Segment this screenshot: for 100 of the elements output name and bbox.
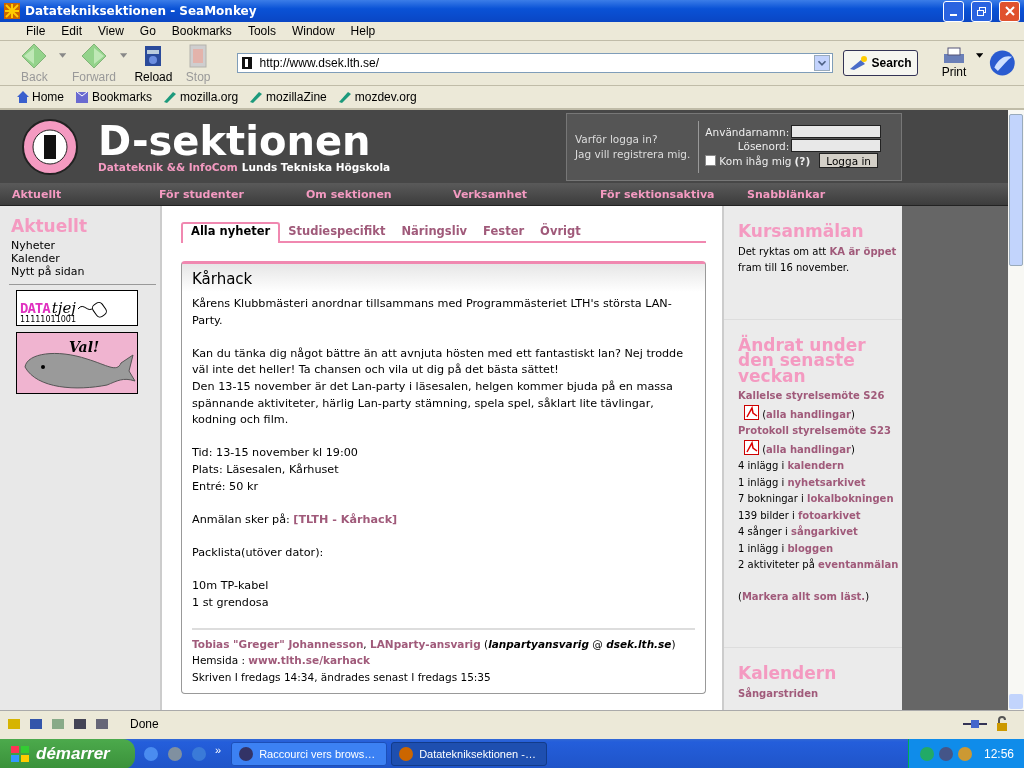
status-icon[interactable] — [94, 716, 110, 732]
section-text: 1 inlägg i bloggen — [738, 541, 835, 556]
forward-icon — [79, 42, 108, 70]
bookmark-link[interactable]: Bookmarks — [72, 90, 155, 104]
menu-item[interactable]: Go — [131, 24, 164, 38]
close-button[interactable] — [999, 0, 1020, 22]
status-icon[interactable] — [72, 716, 88, 732]
dropdown-icon[interactable] — [976, 53, 984, 59]
search-icon — [848, 55, 869, 71]
status-text: Done — [130, 717, 160, 731]
menu-item[interactable]: Bookmarks — [163, 24, 240, 38]
taskbar-button[interactable]: Datatekniksektionen -… — [391, 742, 548, 766]
link[interactable]: KA är öppet — [829, 245, 897, 257]
news-text: Kårens Klubbmästeri anordnar tillsammans med Programmästeriet LTH's största LAN-Party. — [192, 296, 673, 329]
link[interactable]: alla handlingar — [766, 408, 851, 420]
link[interactable]: Kallelse styrelsemöte S26 — [738, 390, 885, 401]
taskbar-button[interactable]: Raccourci vers brows… — [231, 742, 388, 766]
sidebar-link[interactable]: Nytt på sidan — [11, 265, 150, 278]
menu-item[interactable]: Help — [342, 24, 384, 38]
sidebar-link[interactable]: Nyheter — [11, 239, 150, 252]
username-field[interactable] — [791, 125, 882, 138]
pen-icon — [336, 90, 353, 104]
bookmark-link[interactable]: mozillaZine — [246, 90, 329, 104]
site-subtitle: Datateknik && InfoCom — [98, 160, 238, 173]
section-text: 4 sånger i sångarkivet — [738, 524, 859, 539]
news-footer-text: Skriven I fredags 14:34, ändrades senast I fredags 15:35 — [192, 669, 492, 685]
bookmark-link[interactable]: mozdev.org — [334, 90, 419, 104]
tab[interactable]: Studiespecifikt — [280, 224, 394, 241]
search-button[interactable]: Search — [842, 50, 918, 76]
nav-link[interactable]: För studenter — [159, 187, 306, 201]
app-icon — [238, 746, 255, 762]
more-button[interactable]: » — [215, 744, 222, 756]
tab[interactable]: Fester — [475, 224, 533, 241]
menu-item[interactable]: View — [90, 24, 132, 38]
news-text: Tid: 13-15 november kl 19:00 — [192, 445, 359, 462]
pdf-icon[interactable] — [744, 404, 759, 420]
section-text: 1 inlägg i nyhetsarkivet — [738, 475, 867, 490]
menu-item[interactable]: Tools — [239, 24, 284, 38]
banner[interactable]: DATAtjej 11111011001 — [16, 290, 138, 326]
banner[interactable]: Val! — [16, 332, 138, 394]
link[interactable]: alla handlingar — [766, 443, 851, 455]
menu-item[interactable]: Edit — [53, 24, 91, 38]
link[interactable]: nyhetsarkivet — [787, 476, 866, 488]
link[interactable]: Protokoll styrelsemöte S23 — [738, 425, 891, 436]
login-link[interactable]: Jag vill registrera mig. — [575, 148, 691, 160]
section-text: Det ryktas om att KA är öppet fram till 16 november. — [738, 244, 898, 275]
password-field[interactable] — [791, 139, 882, 152]
link[interactable]: eventanmälan — [817, 559, 899, 570]
scrollbar[interactable] — [1008, 110, 1024, 710]
pdf-icon[interactable] — [744, 439, 759, 455]
link[interactable]: kalendern — [787, 460, 845, 471]
menu-item[interactable]: Window — [283, 24, 343, 38]
link[interactable]: LANparty-ansvarig — [370, 637, 481, 650]
tab[interactable]: Näringsliv — [393, 224, 476, 241]
login-button[interactable]: Logga in — [819, 153, 878, 168]
address-field[interactable]: http://www.dsek.lth.se/ — [236, 53, 833, 73]
nav-link[interactable]: Snabblänkar — [747, 187, 894, 201]
menu-item[interactable]: File — [18, 24, 54, 38]
section-text: Kallelse styrelsemöte S26 (alla handlingar) — [738, 389, 886, 422]
link[interactable]: www.tlth.se/karhack — [248, 654, 371, 667]
checkbox[interactable] — [705, 155, 717, 166]
news-title: Kårhack — [192, 270, 253, 288]
nav-link[interactable]: Aktuellt — [12, 187, 159, 201]
app-icon — [398, 746, 415, 762]
link[interactable]: fotoarkivet — [797, 509, 861, 521]
nav-link[interactable]: För sektionsaktiva — [600, 187, 747, 201]
news-text: Packlista(utöver dator): — [192, 544, 325, 561]
link[interactable]: [TLTH - Kårhack] — [293, 512, 398, 526]
help-link[interactable]: (?) — [794, 154, 811, 167]
link[interactable]: Markera allt som läst. — [741, 590, 866, 602]
restore-button[interactable] — [971, 0, 992, 22]
section-text: 4 inlägg i kalendern — [738, 459, 846, 473]
news-text: Entré: 50 kr — [192, 478, 259, 495]
minimize-icon — [950, 14, 957, 16]
field-label: Lösenord: — [736, 139, 790, 152]
reload-button[interactable]: Reload — [133, 42, 174, 84]
close-icon — [1004, 6, 1015, 16]
link[interactable]: sångarkivet — [790, 526, 858, 537]
bookmark-link[interactable]: mozilla.org — [160, 90, 241, 104]
checkbox-label: Kom ihåg mig — [719, 154, 792, 167]
login-link[interactable]: Varför logga in? — [575, 133, 691, 145]
start-button[interactable]: démarrer — [0, 739, 135, 768]
bookmark-link[interactable]: Home — [14, 90, 66, 104]
minimize-button[interactable] — [943, 0, 964, 22]
nav-link[interactable]: Verksamhet — [453, 187, 600, 201]
tab[interactable]: Övrigt — [532, 224, 589, 241]
print-button[interactable]: Print — [935, 46, 973, 80]
sidebar-link[interactable]: Kalender — [11, 252, 150, 265]
banner-text: DATA — [20, 301, 50, 315]
news-footer-text: Tobias "Greger" Johannesson, LANparty-ansvarig (lanpartyansvarig @ dsek.lth.se) — [192, 636, 677, 652]
link[interactable]: lokalbokningen — [807, 493, 894, 504]
link[interactable]: bloggen — [787, 542, 834, 554]
site-subtitle: Lunds Tekniska Högskola — [241, 160, 391, 173]
tab[interactable]: Alla nyheter — [181, 222, 281, 243]
news-text: 1 st grendosa — [192, 594, 270, 611]
link[interactable]: Sångarstriden — [738, 687, 819, 699]
status-icon[interactable] — [28, 716, 44, 732]
news-footer-text: Hemsida : www.tlth.se/karhack — [192, 653, 372, 669]
nav-link[interactable]: Om sektionen — [306, 187, 453, 201]
news-text: 10m TP-kabel — [192, 578, 270, 595]
